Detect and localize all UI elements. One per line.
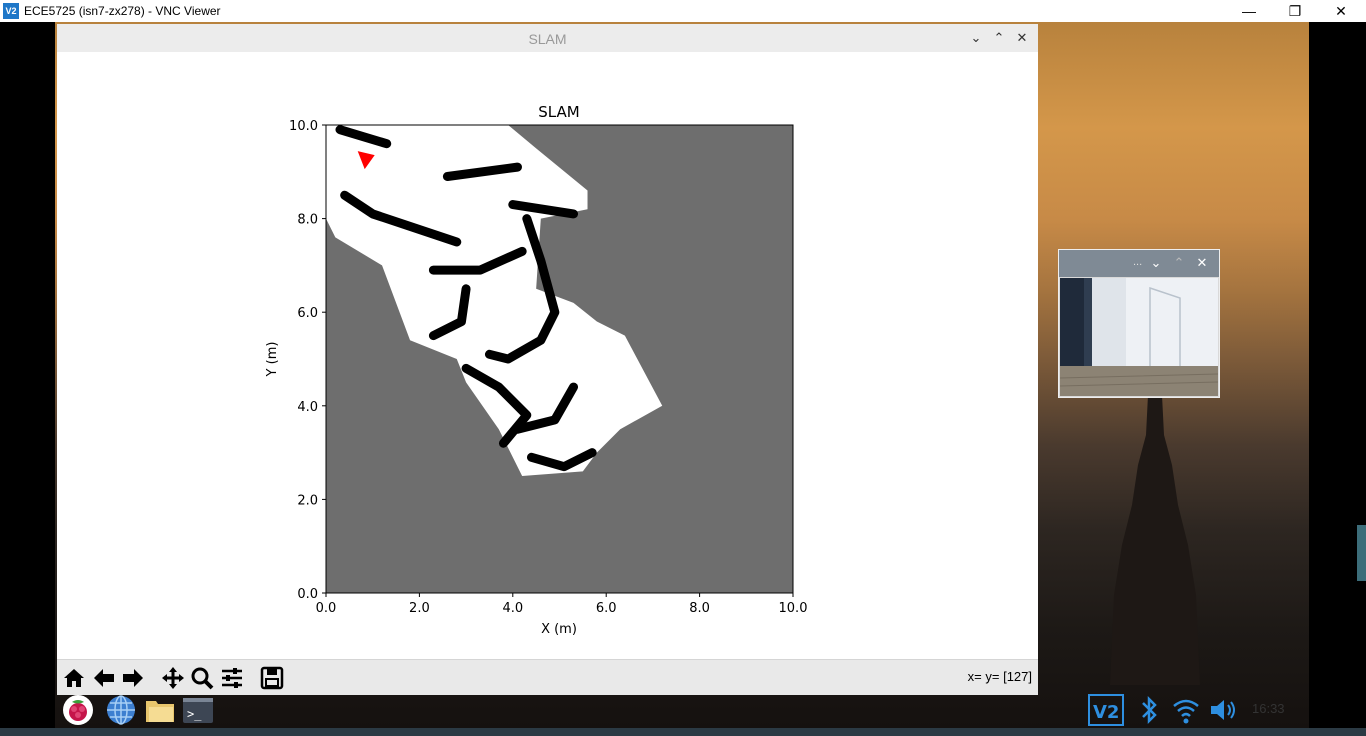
taskbar-clock: 16:33 (1252, 701, 1285, 716)
camera-maximize-button[interactable]: ⌃ (1170, 254, 1188, 272)
x-tick-label: 4.0 (502, 601, 523, 616)
configure-subplots-icon[interactable] (219, 665, 245, 691)
slam-chart: SLAM 0.0 2.0 4.0 6.0 8.0 10.0 0.0 2.0 4.0 6.0 8.0 1… (265, 103, 808, 637)
vnc-icon[interactable]: V2 (1088, 694, 1124, 726)
close-window-button[interactable]: ✕ (1013, 29, 1031, 47)
wifi-icon[interactable] (1171, 694, 1201, 726)
svg-text:>_: >_ (187, 707, 202, 721)
maximize-window-button[interactable]: ⌃ (990, 29, 1008, 47)
host-taskbar-edge (0, 728, 1366, 736)
plot-area (326, 125, 793, 593)
y-tick-label: 6.0 (297, 306, 318, 321)
camera-titlebar[interactable]: ... ⌄ ⌃ ✕ (1059, 250, 1219, 277)
save-icon[interactable] (259, 665, 285, 691)
vnc-window-title: ECE5725 (isn7-zx278) - VNC Viewer (24, 4, 221, 18)
y-tick-label: 8.0 (297, 213, 318, 228)
vnc-titlebar: V2 ECE5725 (isn7-zx278) - VNC Viewer — ❐… (0, 0, 1366, 22)
y-axis-label: Y (m) (265, 342, 280, 378)
camera-feed-image (1060, 278, 1218, 396)
camera-minimize-button[interactable]: ⌄ (1147, 254, 1165, 272)
zoom-icon[interactable] (189, 665, 215, 691)
file-manager-icon[interactable] (144, 694, 176, 726)
matplotlib-toolbar: x= y= [127] (57, 659, 1038, 695)
camera-close-button[interactable]: ✕ (1193, 254, 1211, 272)
terminal-icon[interactable]: >_ (182, 694, 214, 726)
x-tick-label: 8.0 (689, 601, 710, 616)
x-tick-label: 0.0 (316, 601, 337, 616)
volume-icon[interactable] (1208, 694, 1238, 726)
web-browser-icon[interactable] (105, 694, 137, 726)
back-arrow-icon[interactable] (91, 665, 117, 691)
slam-window: SLAM ⌄ ⌃ ✕ SLAM 0.0 2.0 4.0 6.0 8.0 10.0 0.0 2.… (57, 24, 1038, 695)
home-icon[interactable] (61, 665, 87, 691)
y-tick-label: 10.0 (289, 119, 318, 134)
temple-silhouette (1110, 395, 1200, 685)
maximize-button[interactable]: ❐ (1272, 1, 1318, 21)
side-scroll-handle[interactable] (1357, 525, 1366, 581)
chart-title: SLAM (538, 103, 579, 121)
slam-window-title: SLAM (528, 31, 567, 47)
close-button[interactable]: ✕ (1318, 1, 1364, 21)
forward-arrow-icon[interactable] (120, 665, 146, 691)
y-tick-label: 4.0 (297, 400, 318, 415)
x-tick-label: 10.0 (779, 601, 808, 616)
matplotlib-figure: SLAM 0.0 2.0 4.0 6.0 8.0 10.0 0.0 2.0 4.0 6.0 8.0 1… (57, 52, 1038, 659)
bluetooth-icon[interactable] (1134, 694, 1164, 726)
minimize-window-button[interactable]: ⌄ (967, 29, 985, 47)
cursor-coordinate-readout: x= y= [127] (967, 669, 1032, 684)
pan-icon[interactable] (160, 665, 186, 691)
camera-window-title: ... (1133, 256, 1143, 268)
y-tick-label: 0.0 (297, 587, 318, 602)
vnc-logo-icon: V2 (3, 3, 19, 19)
svg-text:V2: V2 (1093, 702, 1119, 723)
x-tick-label: 6.0 (596, 601, 617, 616)
x-axis-label: X (m) (541, 622, 577, 637)
slam-titlebar[interactable]: SLAM ⌄ ⌃ ✕ (57, 24, 1038, 52)
camera-window: ... ⌄ ⌃ ✕ (1058, 249, 1220, 398)
x-tick-label: 2.0 (409, 601, 430, 616)
raspberry-pi-menu-icon[interactable] (62, 694, 94, 726)
y-tick-label: 2.0 (297, 493, 318, 508)
minimize-button[interactable]: — (1226, 1, 1272, 21)
